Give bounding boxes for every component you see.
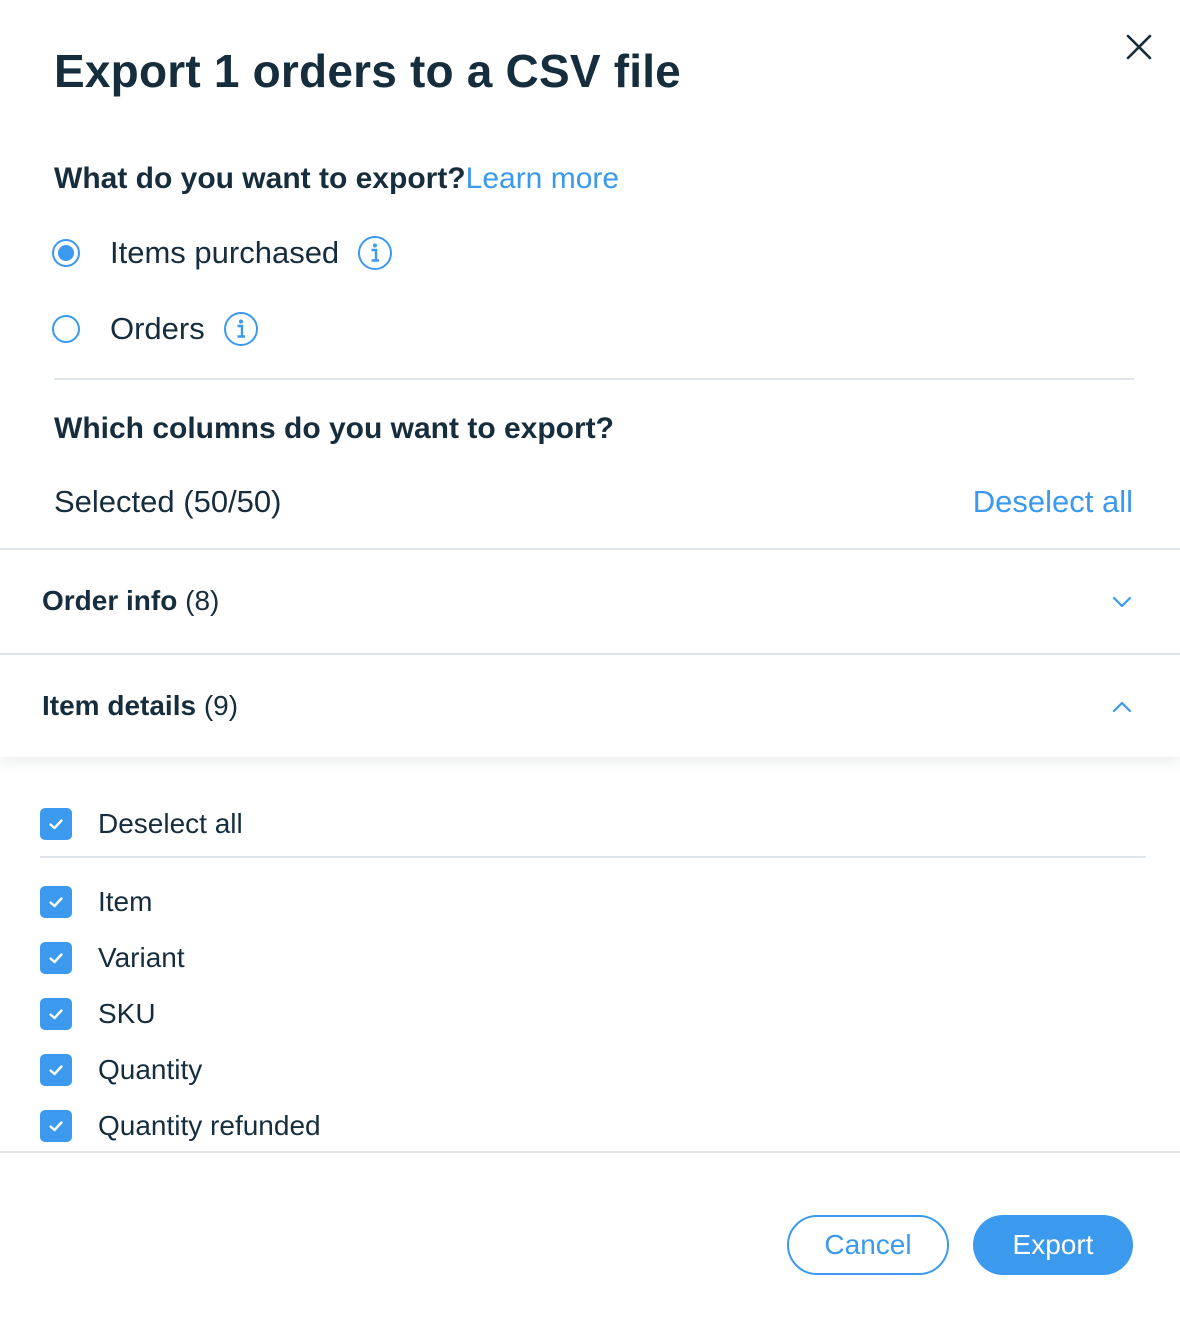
checkmark-icon	[49, 1121, 63, 1132]
export-type-question: What do you want to export?Learn more	[54, 162, 619, 196]
radio-button-selected[interactable]	[52, 239, 80, 267]
accordion-title-item-details: Item details (9)	[42, 690, 238, 722]
checkbox-label: SKU	[98, 998, 156, 1029]
checkbox-checked[interactable]	[40, 1110, 72, 1142]
checkmark-icon	[49, 897, 63, 908]
close-button[interactable]	[1120, 28, 1158, 66]
radio-items-purchased[interactable]: Items purchased	[52, 233, 393, 273]
checkbox-label: Item	[98, 886, 153, 917]
accordion-item-details[interactable]: Item details (9)	[0, 655, 1180, 757]
chevron-up-icon[interactable]	[1110, 695, 1134, 719]
accordion-order-info[interactable]: Order info (8)	[0, 550, 1180, 652]
checkbox-checked[interactable]	[40, 808, 72, 840]
divider	[54, 378, 1134, 380]
checkbox-deselect-all[interactable]: Deselect all	[40, 807, 243, 841]
info-icon[interactable]	[223, 311, 259, 347]
accordion-count: (9)	[203, 690, 239, 721]
radio-orders[interactable]: Orders	[52, 309, 259, 349]
cancel-button[interactable]: Cancel	[787, 1215, 949, 1275]
accordion-count: (8)	[185, 585, 220, 616]
dialog-title: Export 1 orders to a CSV file	[54, 45, 681, 97]
checkbox-sku[interactable]: SKU	[40, 997, 156, 1031]
close-icon	[1126, 34, 1152, 60]
checkbox-label: Variant	[98, 942, 185, 973]
export-dialog: Export 1 orders to a CSV file What do yo…	[0, 0, 1180, 1330]
checkbox-label: Quantity refunded	[98, 1110, 321, 1141]
radio-label-items-purchased: Items purchased	[110, 235, 340, 270]
checkbox-item[interactable]: Item	[40, 885, 152, 919]
checkmark-icon	[49, 819, 63, 830]
radio-label-orders: Orders	[110, 311, 205, 346]
checkbox-checked[interactable]	[40, 942, 72, 974]
chevron-down-icon[interactable]	[1110, 590, 1134, 614]
divider	[40, 856, 1146, 858]
checkbox-checked[interactable]	[40, 1054, 72, 1086]
deselect-all-link[interactable]: Deselect all	[973, 484, 1133, 520]
accordion-name: Order info	[42, 585, 178, 616]
columns-question: Which columns do you want to export?	[54, 412, 614, 445]
accordion-name: Item details	[42, 690, 197, 721]
learn-more-link[interactable]: Learn more	[466, 162, 619, 195]
checkbox-checked[interactable]	[40, 886, 72, 918]
info-icon[interactable]	[357, 235, 393, 271]
checkbox-label: Deselect all	[98, 808, 243, 839]
checkbox-checked[interactable]	[40, 998, 72, 1030]
export-button[interactable]: Export	[973, 1215, 1133, 1275]
checkmark-icon	[49, 1065, 63, 1076]
footer-divider	[0, 1151, 1180, 1153]
checkbox-label: Quantity	[98, 1054, 203, 1085]
export-type-question-text: What do you want to export?	[54, 162, 466, 195]
radio-button-unselected[interactable]	[52, 315, 80, 343]
accordion-title-order-info: Order info (8)	[42, 585, 219, 617]
checkmark-icon	[49, 953, 63, 964]
checkmark-icon	[49, 1009, 63, 1020]
selected-count: Selected (50/50)	[54, 484, 282, 519]
checkbox-quantity-refunded[interactable]: Quantity refunded	[40, 1109, 321, 1143]
checkbox-quantity[interactable]: Quantity	[40, 1053, 202, 1087]
checkbox-variant[interactable]: Variant	[40, 941, 185, 975]
